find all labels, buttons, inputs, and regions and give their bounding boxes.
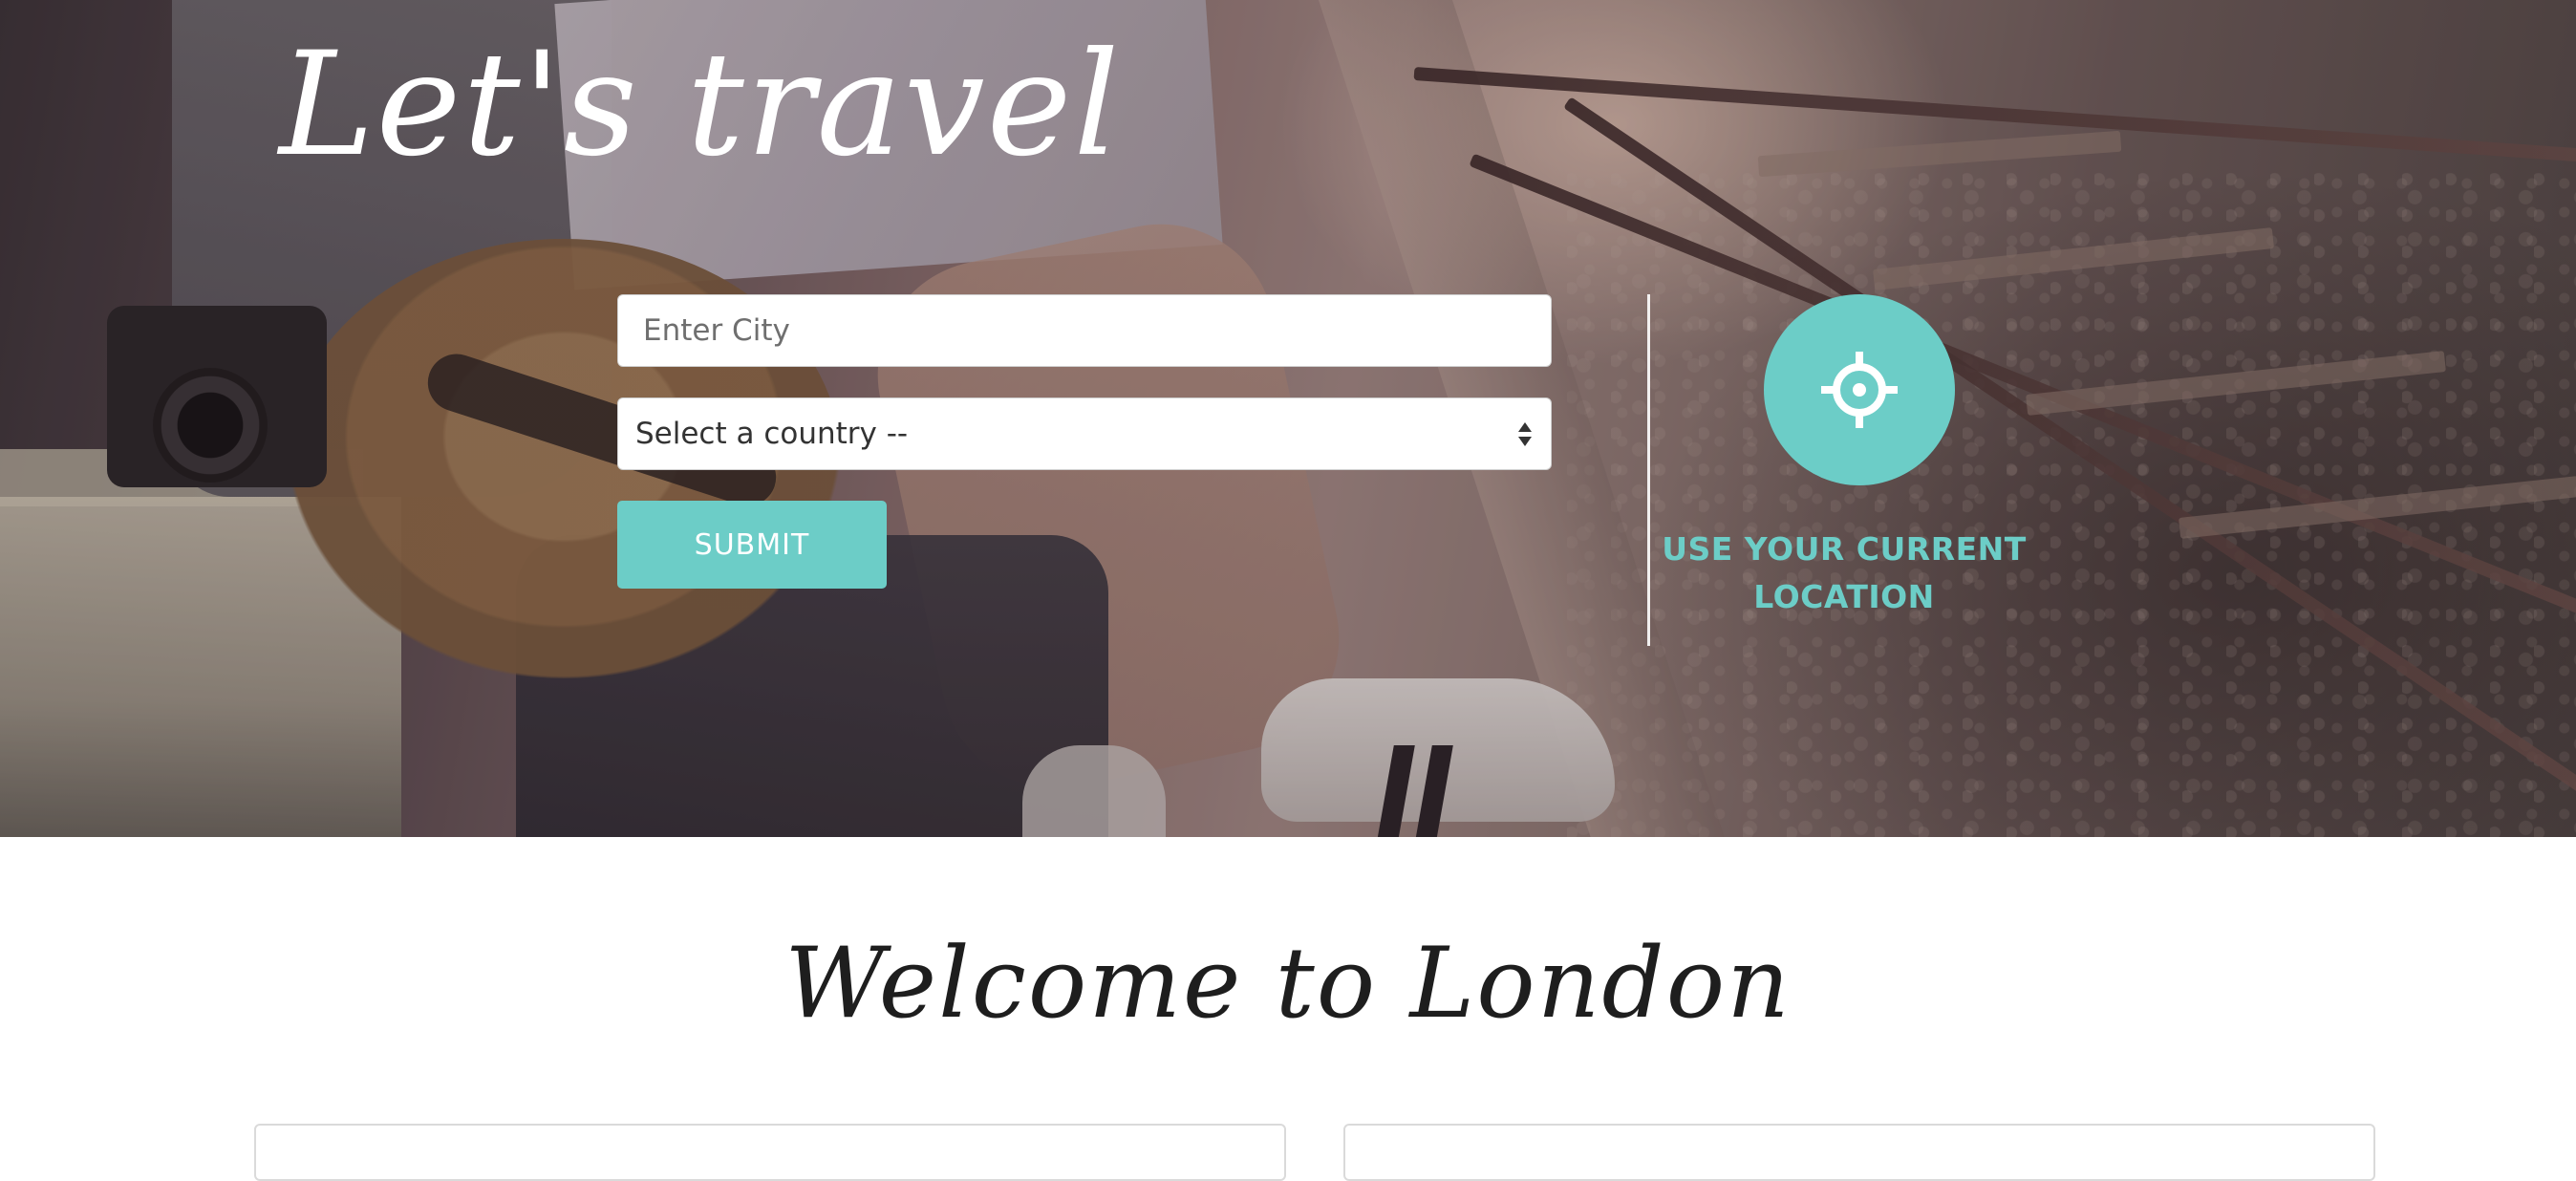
current-location-label[interactable]: USE YOUR CURRENT LOCATION [1643, 526, 2045, 621]
crosshair-icon [1821, 352, 1898, 428]
info-card [1343, 1124, 2375, 1181]
select-arrows-icon [1518, 421, 1532, 446]
country-select-value: Select a country -- [635, 417, 909, 451]
hero-banner: Let's travel Select a country -- SUBMIT … [0, 0, 2576, 837]
current-location-button[interactable] [1764, 294, 1955, 485]
info-card [254, 1124, 1286, 1181]
country-select[interactable]: Select a country -- [617, 397, 1552, 470]
submit-button[interactable]: SUBMIT [617, 501, 887, 589]
city-input[interactable] [617, 294, 1552, 367]
hero-title: Let's travel [279, 22, 1122, 188]
welcome-heading: Welcome to London [784, 927, 1792, 1041]
